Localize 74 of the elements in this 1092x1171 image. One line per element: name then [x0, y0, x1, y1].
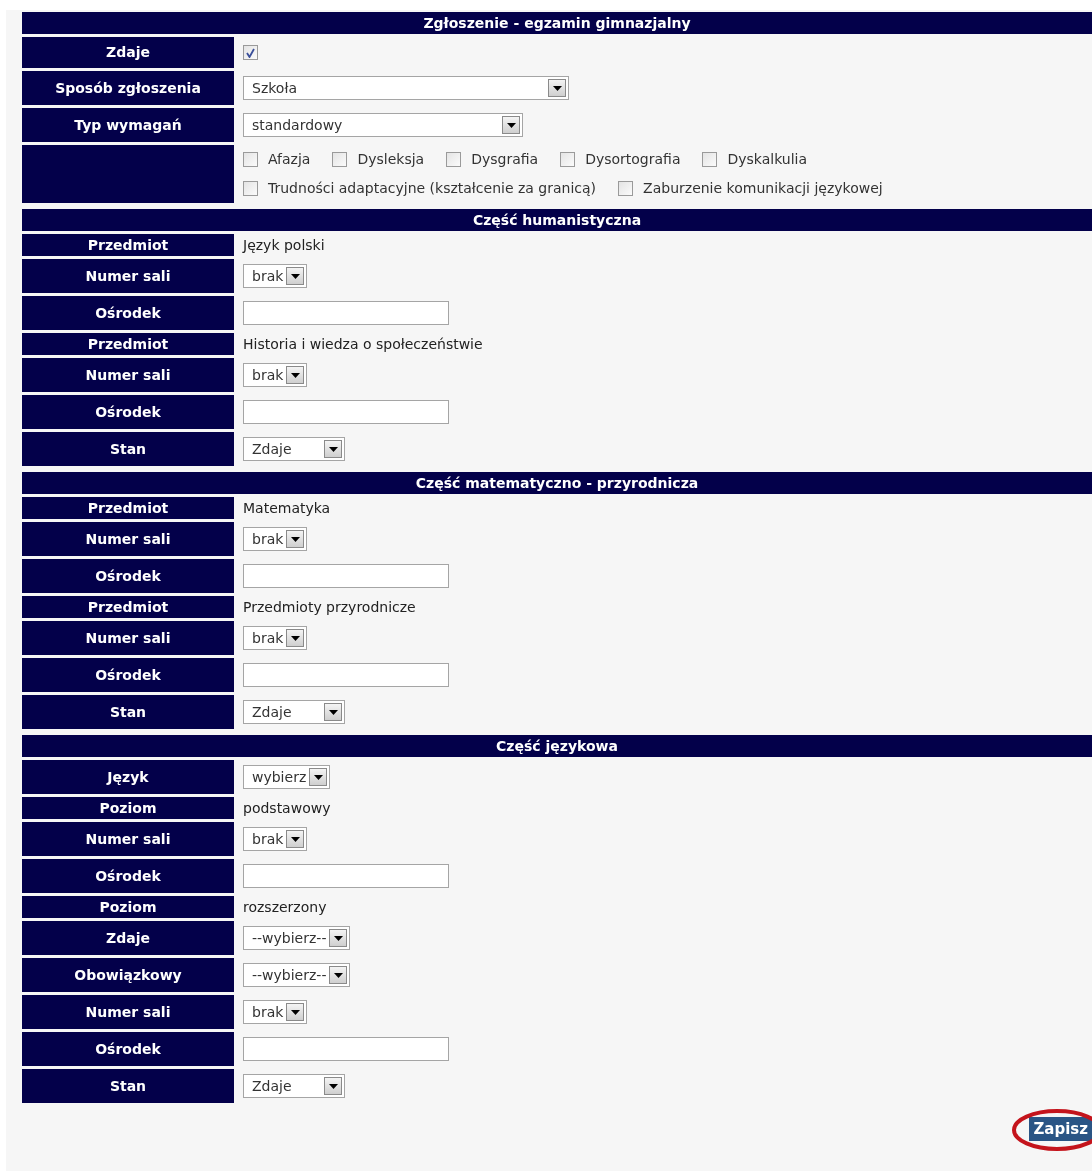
section-header: Część humanistyczna: [22, 209, 1092, 231]
dropdown[interactable]: standardowy: [243, 113, 523, 137]
field-label: Stan: [22, 1069, 234, 1103]
checkbox[interactable]: [332, 152, 348, 167]
dropdown[interactable]: brak: [243, 1000, 308, 1024]
dropdown[interactable]: Zdaje: [243, 437, 345, 461]
dropdown[interactable]: brak: [243, 626, 308, 650]
checkbox[interactable]: [243, 152, 258, 167]
field-label: Przedmiot: [22, 333, 234, 355]
field-label: Ośrodek: [22, 1032, 234, 1066]
dropdown[interactable]: brak: [243, 827, 308, 851]
field-label: Ośrodek: [22, 559, 234, 593]
checkbox-label: Dyskalkulia: [727, 150, 808, 169]
field-value: Język polski: [243, 235, 325, 255]
section-header: Część matematyczno - przyrodnicza: [22, 472, 1092, 494]
field-value: Historia i wiedza o społeczeństwie: [243, 334, 483, 354]
input-field[interactable]: [243, 400, 449, 424]
field-label: Język: [22, 760, 234, 794]
field-label: Przedmiot: [22, 234, 234, 256]
field-label: Zdaje: [22, 37, 234, 68]
dropdown[interactable]: Zdaje: [243, 1074, 345, 1098]
dropdown[interactable]: Zdaje: [243, 700, 345, 724]
field-label: Przedmiot: [22, 497, 234, 519]
checkbox[interactable]: [618, 181, 634, 196]
field-label: Ośrodek: [22, 859, 234, 893]
dropdown[interactable]: wybierz: [243, 765, 331, 789]
field-label: Ośrodek: [22, 658, 234, 692]
field-label: Poziom: [22, 797, 234, 819]
field-value: Matematyka: [243, 498, 331, 518]
checkbox[interactable]: [243, 181, 258, 196]
dropdown[interactable]: --wybierz--: [243, 926, 351, 950]
field-label: Obowiązkowy: [22, 958, 234, 992]
checkbox-label: Dysortografia: [585, 150, 681, 169]
field-label: Numer sali: [22, 995, 234, 1029]
checkbox-label: Zaburzenie komunikacji językowej: [643, 179, 883, 198]
input-field[interactable]: [243, 301, 449, 325]
field-label: Ośrodek: [22, 296, 234, 330]
checkbox[interactable]: [560, 152, 576, 167]
field-label: Zdaje: [22, 921, 234, 955]
input-field[interactable]: [243, 663, 449, 687]
field-label: Sposób zgłoszenia: [22, 71, 234, 105]
dropdown[interactable]: --wybierz--: [243, 963, 351, 987]
checkbox-label: Afazja: [268, 150, 311, 169]
input-field[interactable]: [243, 564, 449, 588]
field-label: Stan: [22, 432, 234, 466]
input-field[interactable]: [243, 864, 449, 888]
field-label: Przedmiot: [22, 596, 234, 618]
section-header: Część językowa: [22, 735, 1092, 757]
field-label: Ośrodek: [22, 395, 234, 429]
checkbox[interactable]: [446, 152, 462, 167]
checkmark-icon: [246, 47, 255, 58]
field-label: Numer sali: [22, 522, 234, 556]
dropdown[interactable]: brak: [243, 363, 308, 387]
checkbox-label: Trudności adaptacyjne (kształcenie za granicą): [268, 179, 597, 198]
field-value: podstawowy: [243, 798, 331, 818]
field-label: Numer sali: [22, 822, 234, 856]
input-field[interactable]: [243, 1037, 449, 1061]
field-label: Typ wymagań: [22, 108, 234, 142]
dropdown[interactable]: brak: [243, 264, 308, 288]
checkbox-label: Dysgrafia: [471, 150, 539, 169]
checkbox[interactable]: [243, 45, 258, 60]
save-button[interactable]: Zapisz: [1029, 1117, 1092, 1141]
field-label: Numer sali: [22, 621, 234, 655]
dropdown[interactable]: Szkoła: [243, 76, 569, 100]
field-value: rozszerzony: [243, 897, 327, 917]
field-label: Numer sali: [22, 259, 234, 293]
field-label: Poziom: [22, 896, 234, 918]
field-label: Stan: [22, 695, 234, 729]
checkbox-label: Dysleksja: [357, 150, 425, 169]
section-header: Zgłoszenie - egzamin gimnazjalny: [22, 12, 1092, 34]
checkbox[interactable]: [702, 152, 718, 167]
dropdown[interactable]: brak: [243, 527, 308, 551]
field-label: Numer sali: [22, 358, 234, 392]
field-value: Przedmioty przyrodnicze: [243, 597, 416, 617]
